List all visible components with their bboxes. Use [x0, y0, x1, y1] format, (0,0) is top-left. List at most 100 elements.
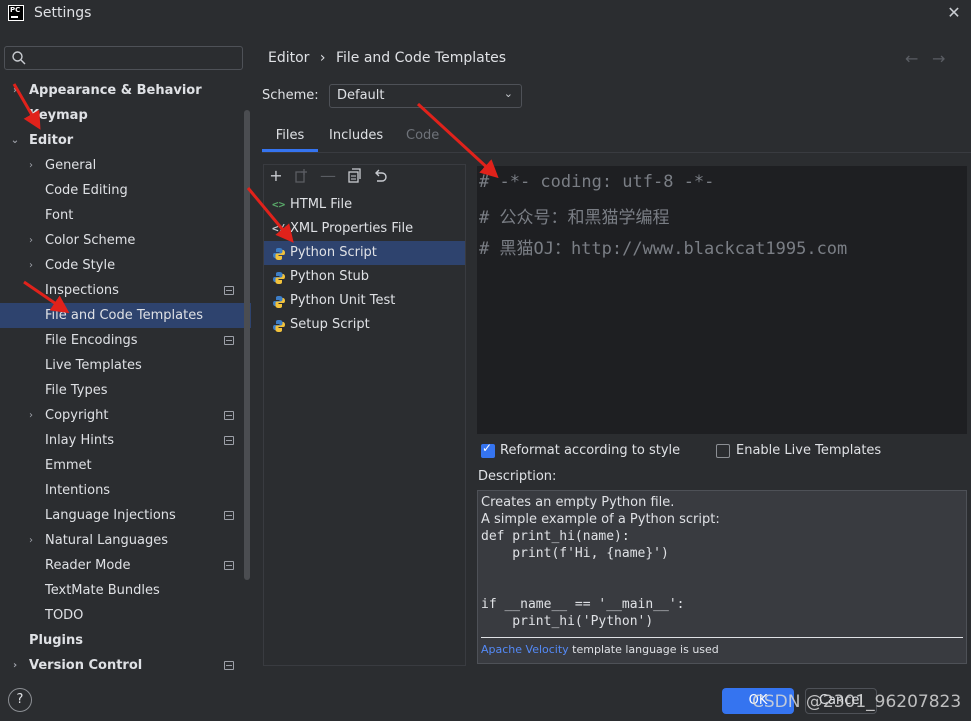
- sidebar-item-label: Inspections: [45, 283, 119, 298]
- csdn-watermark: CSDN @2301_96207823: [752, 692, 962, 712]
- sidebar-item-intentions[interactable]: Intentions: [0, 478, 251, 503]
- sidebar-item-file-encodings[interactable]: File Encodings: [0, 328, 251, 353]
- template-item-python-script[interactable]: Python Script: [264, 241, 465, 265]
- sidebar-item-copyright[interactable]: › Copyright: [0, 403, 251, 428]
- project-scope-icon: [224, 286, 234, 295]
- description-line: Creates an empty Python file.: [481, 495, 675, 510]
- back-arrow-icon[interactable]: ←: [905, 49, 918, 68]
- python-icon: [272, 270, 286, 284]
- live-templates-checkbox[interactable]: [716, 444, 730, 458]
- live-templates-label[interactable]: Enable Live Templates: [736, 443, 881, 458]
- add-icon[interactable]: +: [267, 167, 285, 185]
- tab-files[interactable]: Files: [262, 124, 318, 152]
- description-code-line: def print_hi(name):: [481, 529, 630, 544]
- forward-arrow-icon[interactable]: →: [932, 49, 945, 68]
- template-item-python-stub[interactable]: Python Stub: [264, 265, 465, 289]
- sidebar-item-label: File Encodings: [45, 333, 138, 348]
- description-text: Creates an empty Python file. A simple e…: [481, 494, 720, 630]
- chevron-right-icon[interactable]: ›: [25, 153, 37, 178]
- sidebar-item-plugins[interactable]: Plugins: [0, 628, 251, 653]
- remove-icon[interactable]: —: [319, 167, 337, 185]
- sidebar-item-label: Appearance & Behavior: [29, 83, 202, 98]
- sidebar-item-code-style[interactable]: › Code Style: [0, 253, 251, 278]
- description-code-line: [481, 579, 720, 596]
- sidebar-item-label: Keymap: [29, 108, 88, 123]
- sidebar-item-label: Font: [45, 208, 74, 223]
- project-scope-icon: [224, 561, 234, 570]
- tab-code[interactable]: Code: [406, 124, 439, 152]
- close-icon[interactable]: ✕: [945, 4, 963, 22]
- scheme-label: Scheme:: [262, 88, 319, 103]
- scheme-dropdown[interactable]: Default ⌄: [329, 84, 522, 108]
- description-code-line: print_hi('Python'): [481, 614, 654, 629]
- chevron-right-icon[interactable]: ›: [9, 78, 21, 103]
- reformat-checkbox[interactable]: [481, 441, 495, 458]
- template-list-toolbar: + —: [264, 165, 465, 189]
- sidebar-item-live-templates[interactable]: Live Templates: [0, 353, 251, 378]
- sidebar-item-file-and-code-templates[interactable]: File and Code Templates: [0, 303, 251, 328]
- chevron-right-icon[interactable]: ›: [25, 253, 37, 278]
- description-label: Description:: [478, 469, 557, 484]
- chevron-right-icon[interactable]: ›: [25, 228, 37, 253]
- settings-search-input[interactable]: [4, 46, 243, 70]
- sidebar-item-natural-languages[interactable]: › Natural Languages: [0, 528, 251, 553]
- sidebar-item-keymap[interactable]: Keymap: [0, 103, 251, 128]
- sidebar-item-emmet[interactable]: Emmet: [0, 453, 251, 478]
- python-icon: [272, 318, 286, 332]
- template-item-python-unit-test[interactable]: Python Unit Test: [264, 289, 465, 313]
- code-line: # 黑猫OJ：http://www.blackcat1995.com: [479, 239, 848, 259]
- chevron-down-icon: ⌄: [503, 87, 513, 100]
- template-item-html-file[interactable]: <> HTML File: [264, 193, 465, 217]
- sidebar-item-label: File Types: [45, 383, 108, 398]
- copy-icon[interactable]: [345, 167, 363, 185]
- template-item-label: Python Script: [290, 245, 377, 260]
- apache-velocity-link[interactable]: Apache Velocity: [481, 643, 569, 656]
- sidebar-item-appearance-behavior[interactable]: › Appearance & Behavior: [0, 78, 251, 103]
- description-divider: [481, 637, 963, 638]
- sidebar-item-label: Live Templates: [45, 358, 142, 373]
- sidebar-item-font[interactable]: Font: [0, 203, 251, 228]
- sidebar-item-label: Color Scheme: [45, 233, 136, 248]
- reset-icon[interactable]: [371, 167, 389, 185]
- project-scope-icon: [224, 336, 234, 345]
- chevron-right-icon[interactable]: ›: [25, 528, 37, 553]
- sidebar-item-inlay-hints[interactable]: Inlay Hints: [0, 428, 251, 453]
- template-item-setup-script[interactable]: Setup Script: [264, 313, 465, 337]
- template-editor[interactable]: # -*- coding: utf-8 -*- # 公众号：和黑猫学编程 # 黑…: [477, 166, 967, 434]
- sidebar-item-label: TODO: [45, 608, 84, 623]
- sidebar-item-todo[interactable]: TODO: [0, 603, 251, 628]
- project-scope-icon: [224, 436, 234, 445]
- breadcrumb-editor[interactable]: Editor: [268, 50, 309, 66]
- sidebar-item-language-injections[interactable]: Language Injections: [0, 503, 251, 528]
- breadcrumb-current: File and Code Templates: [335, 50, 507, 66]
- sidebar-item-inspections[interactable]: Inspections: [0, 278, 251, 303]
- description-code-line: if __name__ == '__main__':: [481, 597, 685, 612]
- template-item-label: Python Unit Test: [290, 293, 396, 308]
- chevron-right-icon[interactable]: ›: [9, 653, 21, 675]
- sidebar-item-version-control[interactable]: › Version Control: [0, 653, 251, 675]
- chevron-right-icon[interactable]: ›: [25, 403, 37, 428]
- settings-sidebar: › Appearance & Behavior Keymap ⌄ Editor › Gene…: [0, 30, 251, 675]
- python-icon: [272, 294, 286, 308]
- sidebar-scrollbar[interactable]: [244, 110, 250, 580]
- sidebar-item-editor[interactable]: ⌄ Editor: [0, 128, 251, 153]
- template-item-xml-properties-file[interactable]: </ XML Properties File: [264, 217, 465, 241]
- sidebar-item-label: Plugins: [29, 633, 83, 648]
- sidebar-item-general[interactable]: › General: [0, 153, 251, 178]
- sidebar-item-file-types[interactable]: File Types: [0, 378, 251, 403]
- sidebar-item-label: Editor: [29, 133, 74, 148]
- copy-add-icon[interactable]: [293, 167, 311, 185]
- reformat-label[interactable]: Reformat according to style: [500, 443, 680, 458]
- help-button[interactable]: ?: [8, 688, 32, 712]
- sidebar-item-label: Inlay Hints: [45, 433, 114, 448]
- project-scope-icon: [224, 511, 234, 520]
- description-code-line: [481, 562, 720, 579]
- chevron-down-icon[interactable]: ⌄: [9, 128, 21, 153]
- tab-includes[interactable]: Includes: [329, 124, 383, 152]
- sidebar-item-reader-mode[interactable]: Reader Mode: [0, 553, 251, 578]
- sidebar-item-textmate-bundles[interactable]: TextMate Bundles: [0, 578, 251, 603]
- sidebar-item-code-editing[interactable]: Code Editing: [0, 178, 251, 203]
- sidebar-item-label: Reader Mode: [45, 558, 131, 573]
- sidebar-item-color-scheme[interactable]: › Color Scheme: [0, 228, 251, 253]
- tabs-divider: [262, 152, 971, 153]
